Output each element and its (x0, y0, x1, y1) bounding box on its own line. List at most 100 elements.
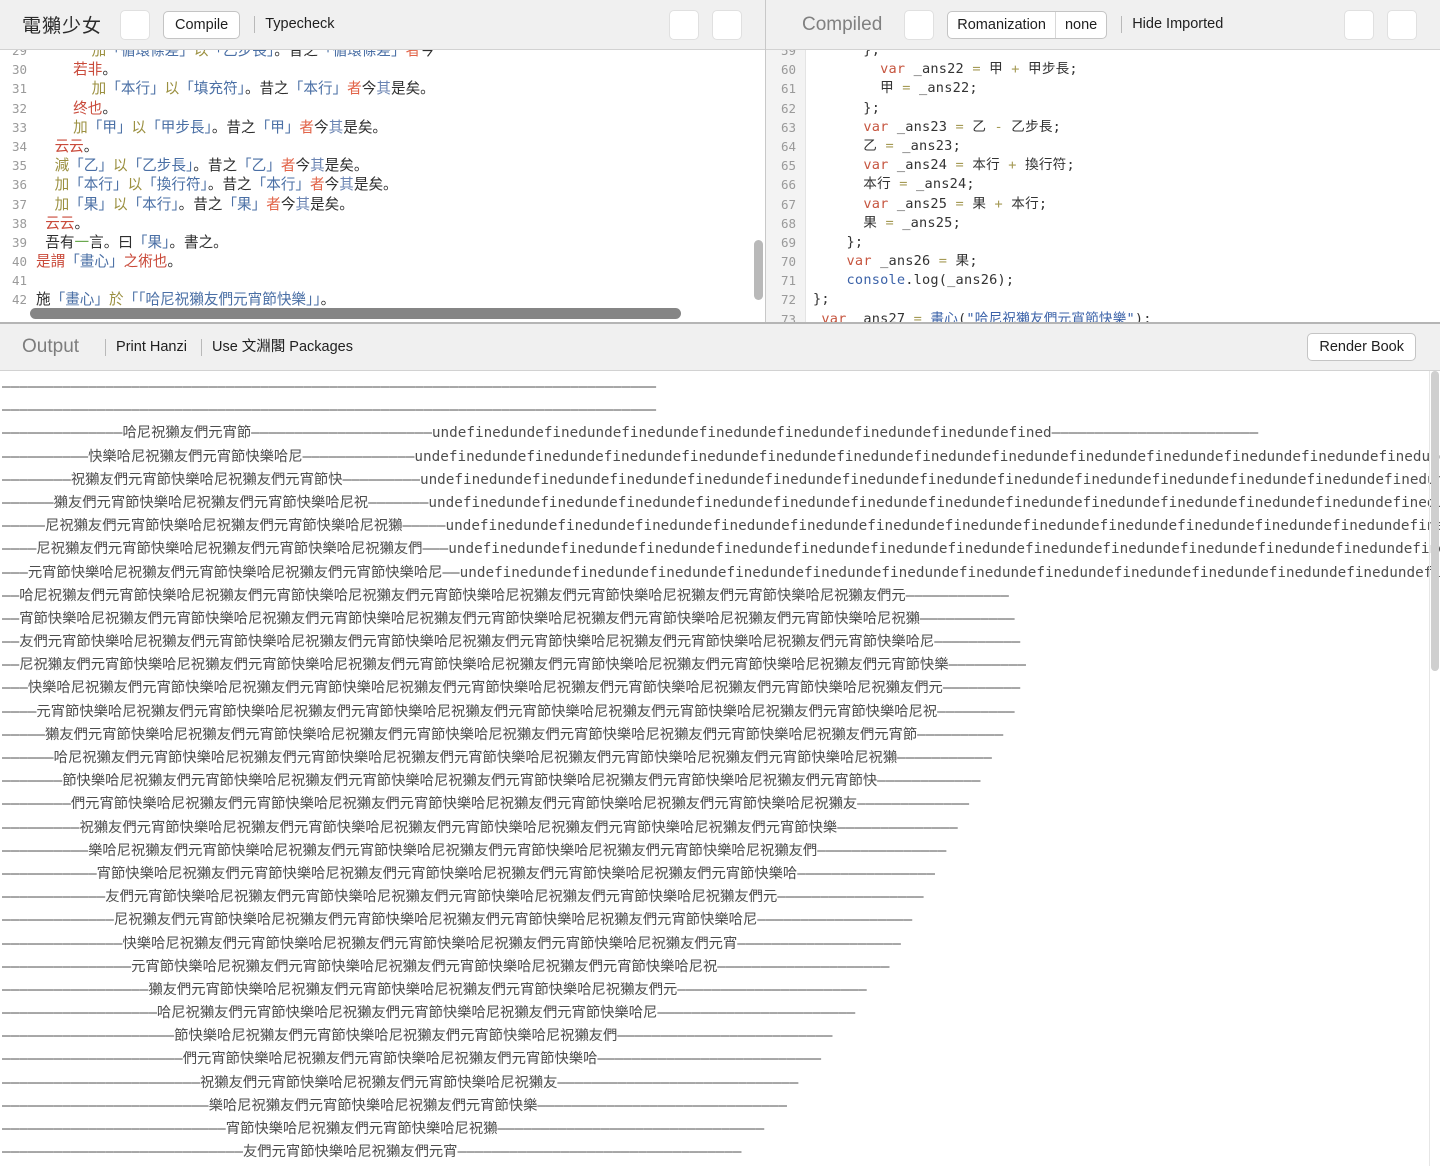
art-row: ————————————————————————樂哈尼祝獺友們元宵節快樂哈尼祝獺… (2, 1097, 788, 1114)
line-number: 61 (766, 79, 806, 99)
editor-toolbar-box-3[interactable] (712, 9, 742, 40)
line-number: 32 (11, 100, 27, 116)
line-number: 73 (766, 309, 806, 322)
output-body[interactable]: ————————————————————————————————————————… (0, 371, 1440, 1166)
art-row: ———————————————元宵節快樂哈尼祝獺友們元宵節快樂哈尼祝獺友們元宵節… (2, 958, 890, 975)
editor-split-container: 電獺少女 Compile Typecheck 29 加「循環條差」以「乙步長」。… (0, 0, 1440, 322)
editor-toolbar-box-2[interactable] (669, 9, 699, 40)
compiled-toolbar: Compiled Romanization none Hide Imported (766, 0, 1440, 50)
code-line-text: 终也。 (73, 99, 117, 117)
code-line: 35 減「乙」以「乙步長」。昔之「乙」者今其是矣。 (0, 156, 765, 175)
source-vertical-scrollbar[interactable] (754, 50, 763, 322)
code-line: 42 施「畫心」於「「哈尼祝獺友們元宵節快樂」」。 (0, 290, 765, 309)
code-line: 68 果 = _ans25; (766, 213, 1440, 233)
line-number: 63 (766, 117, 806, 137)
code-line: 38 云云。 (0, 214, 765, 233)
line-number: 39 (11, 234, 27, 250)
code-line-text: 是謂「畫心」之術也。 (36, 253, 182, 271)
code-line-text: 云云。 (45, 214, 90, 232)
typecheck-toggle[interactable]: Typecheck (254, 16, 335, 33)
line-number: 29 (11, 50, 27, 58)
compiled-code-scroll: 59 }; 60 var _ans22 = 甲 + 甲步長; 61 甲 = _ans… (766, 50, 1440, 322)
line-number: 37 (11, 196, 27, 212)
code-line-text: }; (813, 99, 881, 116)
code-line-text: 加「甲」以「甲步長」。昔之「甲」者今其是矣。 (73, 118, 388, 136)
code-line-text: 吾有一言。曰「果」。書之。 (45, 233, 228, 251)
code-line: 60 var _ans22 = 甲 + 甲步長; (766, 60, 1440, 80)
source-code-lines: 29 加「循環條差」以「乙步長」。昔之「循環條差」者今 30 若非。 31 加「本行… (0, 50, 765, 310)
code-line: 59 }; (766, 50, 1440, 61)
editor-toolbar: 電獺少女 Compile Typecheck (0, 0, 765, 50)
source-code-area[interactable]: 29 加「循環條差」以「乙步長」。昔之「循環條差」者今 30 若非。 31 加「本行… (0, 50, 765, 322)
code-line: 41 (0, 271, 765, 290)
compiled-code-area[interactable]: 59 }; 60 var _ans22 = 甲 + 甲步長; 61 甲 = _ans… (766, 50, 1440, 322)
code-line: 33 加「甲」以「甲步長」。昔之「甲」者今其是矣。 (0, 118, 765, 137)
art-row: ——————————————哈尼祝獺友們元宵節—————————————————… (2, 425, 1259, 442)
source-code-scroll: 29 加「循環條差」以「乙步長」。昔之「循環條差」者今 30 若非。 31 加「本行… (0, 50, 765, 322)
art-row: ———快樂哈尼祝獺友們元宵節快樂哈尼祝獺友們元宵節快樂哈尼祝獺友們元宵節快樂哈尼… (2, 680, 1021, 697)
code-line: 69 }; (766, 232, 1440, 253)
code-line-text: var _ans24 = 本行 + 換行符; (863, 157, 1075, 174)
source-horizontal-scrollbar[interactable] (0, 308, 753, 319)
art-row: —————————祝獺友們元宵節快樂哈尼祝獺友們元宵節快樂哈尼祝獺友們元宵節快樂… (2, 819, 958, 836)
romanization-label: Romanization (957, 16, 1046, 33)
compiled-output-pane: Compiled Romanization none Hide Imported… (766, 0, 1440, 322)
art-row: —————尼祝獺友們元宵節快樂哈尼祝獺友們元宵節快樂哈尼祝獺—————undef… (2, 518, 1440, 535)
output-ascii-art: ————————————————————————————————————————… (0, 371, 1440, 1166)
art-row: ——————————樂哈尼祝獺友們元宵節快樂哈尼祝獺友們元宵節快樂哈尼祝獺友們元… (2, 842, 947, 859)
line-number: 65 (766, 156, 806, 176)
code-line-text: 乙 = _ans23; (813, 137, 961, 154)
hide-imported-toggle[interactable]: Hide Imported (1121, 16, 1223, 33)
render-book-button[interactable]: Render Book (1307, 333, 1416, 361)
romanization-value[interactable]: none (1054, 11, 1106, 38)
art-row: —————獺友們元宵節快樂哈尼祝獺友們元宵節快樂哈尼祝獺友們元宵節快樂哈尼祝獺友… (2, 726, 1004, 743)
code-line: 31 加「本行」以「填充符」。昔之「本行」者今其是矣。 (0, 79, 765, 98)
code-line: 67 var _ans25 = 果 + 本行; (766, 194, 1440, 214)
line-number: 71 (766, 271, 806, 291)
art-row: ———元宵節快樂哈尼祝獺友們元宵節快樂哈尼祝獺友們元宵節快樂哈尼——undefi… (2, 564, 1440, 581)
code-line-text: var _ans25 = 果 + 本行; (863, 195, 1048, 212)
line-number: 72 (766, 290, 806, 310)
art-row: ——————————————快樂哈尼祝獺友們元宵節快樂哈尼祝獺友們元宵節快樂哈尼… (2, 935, 901, 952)
code-line: 61 甲 = _ans22; (766, 79, 1440, 99)
app-brand-title: 電獺少女 (22, 16, 103, 37)
line-number: 40 (11, 254, 27, 270)
art-row: ————————們元宵節快樂哈尼祝獺友們元宵節快樂哈尼祝獺友們元宵節快樂哈尼祝獺… (2, 796, 970, 813)
compile-button[interactable]: Compile (163, 10, 241, 39)
code-line: 62 }; (766, 98, 1440, 118)
art-row: ——哈尼祝獺友們元宵節快樂哈尼祝獺友們元宵節快樂哈尼祝獺友們元宵節快樂哈尼祝獺友… (2, 587, 1009, 604)
line-number: 69 (766, 232, 806, 253)
print-hanzi-toggle[interactable]: Print Hanzi (105, 338, 187, 356)
art-row: ——宵節快樂哈尼祝獺友們元宵節快樂哈尼祝獺友們元宵節快樂哈尼祝獺友們元宵節快樂哈… (2, 610, 1015, 627)
art-row: ———————節快樂哈尼祝獺友們元宵節快樂哈尼祝獺友們元宵節快樂哈尼祝獺友們元宵… (2, 773, 981, 790)
art-row: ——友們元宵節快樂哈尼祝獺友們元宵節快樂哈尼祝獺友們元宵節快樂哈尼祝獺友們元宵節… (2, 634, 1021, 651)
compiled-toolbar-toggle-box[interactable] (904, 9, 935, 40)
art-row: ——————————————————哈尼祝獺友們元宵節快樂哈尼祝獺友們元宵節快樂… (2, 1005, 856, 1022)
code-line-text: 減「乙」以「乙步長」。昔之「乙」者今其是矣。 (54, 157, 369, 175)
code-line: 39 吾有一言。曰「果」。書之。 (0, 233, 765, 252)
code-line-text: 云云。 (54, 137, 99, 155)
line-number: 70 (766, 252, 806, 272)
romanization-select[interactable]: Romanization none (947, 10, 1108, 39)
output-vertical-scrollbar[interactable] (1431, 371, 1439, 1166)
code-line-text: var _ans26 = 果; (846, 253, 978, 270)
code-line-text: console.log(_ans26); (846, 272, 1015, 289)
editor-toolbar-toggle-box[interactable] (120, 9, 151, 40)
line-number: 30 (11, 62, 27, 78)
compiled-toolbar-box-3[interactable] (1387, 9, 1417, 40)
code-line-text: }; (813, 50, 881, 58)
use-packages-toggle[interactable]: Use 文淵閣 Packages (200, 338, 353, 356)
art-row: ———————————————————————祝獺友們元宵節快樂哈尼祝獺友們元宵… (2, 1074, 799, 1091)
line-number: 34 (11, 138, 27, 154)
code-line-text: 果 = _ans25; (813, 214, 961, 231)
code-line-text: }; (813, 233, 864, 250)
compiled-toolbar-box-2[interactable] (1344, 9, 1374, 40)
art-row: ——————哈尼祝獺友們元宵節快樂哈尼祝獺友們元宵節快樂哈尼祝獺友們元宵節快樂哈… (2, 750, 992, 766)
code-line: 66 本行 = _ans24; (766, 175, 1440, 195)
code-line: 71 console.log(_ans26); (766, 271, 1440, 291)
line-number: 42 (11, 292, 27, 308)
art-row: —————————————————————們元宵節快樂哈尼祝獺友們元宵節快樂哈尼… (2, 1051, 822, 1068)
code-line: 72}; (766, 290, 1440, 310)
code-line-text: 若非。 (73, 61, 117, 79)
code-line-text: 加「果」以「本行」。昔之「果」者今其是矣。 (54, 195, 354, 213)
